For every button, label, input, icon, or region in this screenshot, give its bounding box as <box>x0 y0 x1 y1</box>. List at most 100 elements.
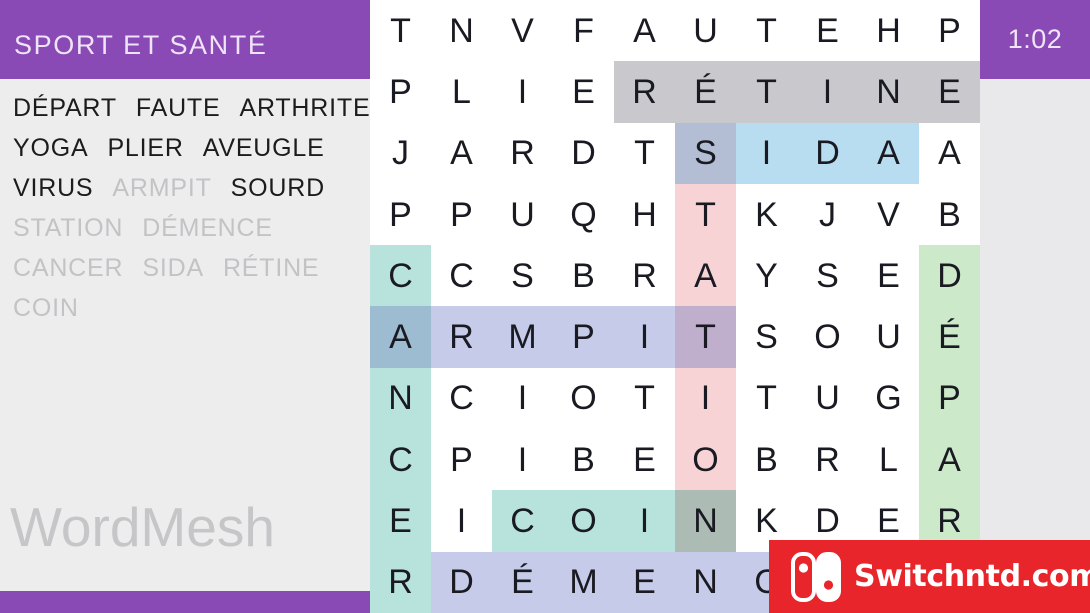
grid-cell[interactable]: I <box>492 368 553 429</box>
grid-cell[interactable]: R <box>431 306 492 368</box>
grid-cell[interactable]: T <box>675 306 736 368</box>
grid-cell[interactable]: B <box>919 184 980 245</box>
grid-cell[interactable]: T <box>614 368 675 429</box>
grid-cell[interactable]: R <box>797 429 858 490</box>
grid-cell[interactable]: M <box>553 551 614 613</box>
grid-cell[interactable]: I <box>614 306 675 368</box>
grid-cell[interactable]: I <box>675 367 736 430</box>
grid-cell[interactable]: C <box>492 490 553 552</box>
grid-cell[interactable]: H <box>858 0 919 61</box>
grid-cell[interactable]: S <box>736 306 797 367</box>
grid-cell[interactable]: E <box>919 61 980 123</box>
grid-cell[interactable]: D <box>797 122 858 184</box>
grid-cell[interactable]: P <box>553 306 614 368</box>
grid-cell[interactable]: P <box>370 184 431 245</box>
grid-cell[interactable]: U <box>797 368 858 429</box>
word-list-item-démence[interactable]: DÉMENCE <box>142 208 273 248</box>
grid-cell[interactable]: S <box>797 245 858 306</box>
grid-cell[interactable]: M <box>492 306 553 368</box>
word-list-item-plier[interactable]: PLIER <box>107 128 183 168</box>
grid-cell[interactable]: U <box>492 184 553 245</box>
grid-cell[interactable]: E <box>614 551 675 613</box>
grid-cell[interactable]: G <box>858 368 919 429</box>
word-list-item-armpit[interactable]: ARMPIT <box>112 168 211 208</box>
word-list-item-station[interactable]: STATION <box>13 208 123 248</box>
grid-cell[interactable]: C <box>431 368 492 429</box>
grid-cell[interactable]: A <box>919 123 980 184</box>
word-list-item-sida[interactable]: SIDA <box>142 248 204 288</box>
grid-cell[interactable]: B <box>553 429 614 490</box>
grid-cell[interactable]: E <box>797 0 858 61</box>
grid-cell[interactable]: O <box>675 429 736 491</box>
grid-cell[interactable]: N <box>858 61 919 123</box>
grid-cell[interactable]: B <box>553 245 614 306</box>
grid-cell[interactable]: E <box>614 429 675 490</box>
grid-cell[interactable]: R <box>614 245 675 306</box>
grid-cell[interactable]: I <box>797 61 858 123</box>
grid-cell[interactable]: N <box>675 551 736 613</box>
grid-cell[interactable]: P <box>919 0 980 61</box>
grid-cell[interactable]: T <box>736 0 797 61</box>
grid-cell[interactable]: R <box>370 551 431 613</box>
grid-cell[interactable]: T <box>736 61 797 123</box>
grid-cell[interactable]: D <box>431 551 492 613</box>
grid-cell[interactable]: I <box>614 490 675 552</box>
grid-cell[interactable]: P <box>370 61 431 122</box>
word-list-item-coin[interactable]: COIN <box>13 288 79 328</box>
word-search-grid[interactable]: TNVFAUTEHPPLIERÉTINEJARDTSIDAAPPUQHTKJVB… <box>370 0 980 613</box>
word-list-item-sourd[interactable]: SOURD <box>231 168 325 208</box>
grid-cell[interactable]: Y <box>736 245 797 306</box>
grid-cell[interactable]: B <box>736 429 797 490</box>
grid-cell[interactable]: O <box>797 306 858 367</box>
grid-cell[interactable]: T <box>736 368 797 429</box>
grid-cell[interactable]: T <box>614 123 675 184</box>
grid-cell[interactable]: T <box>370 0 431 61</box>
grid-cell[interactable]: V <box>492 0 553 61</box>
grid-cell[interactable]: I <box>492 429 553 490</box>
word-list-item-virus[interactable]: VIRUS <box>13 168 93 208</box>
word-list-item-yoga[interactable]: YOGA <box>13 128 88 168</box>
word-list-item-cancer[interactable]: CANCER <box>13 248 123 288</box>
grid-cell[interactable]: N <box>675 490 736 552</box>
grid-cell[interactable]: D <box>553 123 614 184</box>
grid-cell[interactable]: N <box>431 0 492 61</box>
grid-cell[interactable]: D <box>919 245 980 307</box>
grid-cell[interactable]: O <box>553 368 614 429</box>
grid-cell[interactable]: S <box>675 122 736 184</box>
grid-cell[interactable]: L <box>431 61 492 122</box>
grid-cell[interactable]: V <box>858 184 919 245</box>
grid-cell[interactable]: R <box>614 61 675 123</box>
grid-cell[interactable]: C <box>431 245 492 306</box>
grid-cell[interactable]: A <box>919 429 980 491</box>
grid-cell[interactable]: C <box>370 245 431 307</box>
grid-cell[interactable]: A <box>614 0 675 61</box>
grid-cell[interactable]: P <box>431 429 492 490</box>
grid-cell[interactable]: F <box>553 0 614 61</box>
grid-cell[interactable]: L <box>858 429 919 490</box>
grid-cell[interactable]: K <box>736 184 797 245</box>
grid-cell[interactable]: É <box>919 306 980 368</box>
grid-cell[interactable]: E <box>553 61 614 122</box>
grid-cell[interactable]: P <box>919 367 980 430</box>
word-list-item-faute[interactable]: FAUTE <box>136 88 221 128</box>
grid-cell[interactable]: A <box>675 245 736 307</box>
grid-cell[interactable]: P <box>431 184 492 245</box>
grid-cell[interactable]: É <box>492 551 553 613</box>
grid-cell[interactable]: R <box>492 123 553 184</box>
grid-cell[interactable]: U <box>675 0 736 61</box>
word-list-item-aveugle[interactable]: AVEUGLE <box>203 128 325 168</box>
grid-cell[interactable]: I <box>431 490 492 551</box>
grid-cell[interactable]: A <box>858 122 919 184</box>
grid-cell[interactable]: A <box>370 306 431 368</box>
grid-cell[interactable]: E <box>858 245 919 306</box>
grid-cell[interactable]: T <box>675 183 736 246</box>
word-list-item-départ[interactable]: DÉPART <box>13 88 117 128</box>
grid-cell[interactable]: Q <box>553 184 614 245</box>
grid-cell[interactable]: I <box>492 61 553 122</box>
word-list-item-rétine[interactable]: RÉTINE <box>223 248 319 288</box>
grid-cell[interactable]: U <box>858 306 919 367</box>
word-list-item-arthrite[interactable]: ARTHRITE <box>239 88 370 128</box>
grid-cell[interactable]: H <box>614 184 675 245</box>
grid-cell[interactable]: E <box>370 490 431 552</box>
grid-cell[interactable]: É <box>675 61 736 123</box>
